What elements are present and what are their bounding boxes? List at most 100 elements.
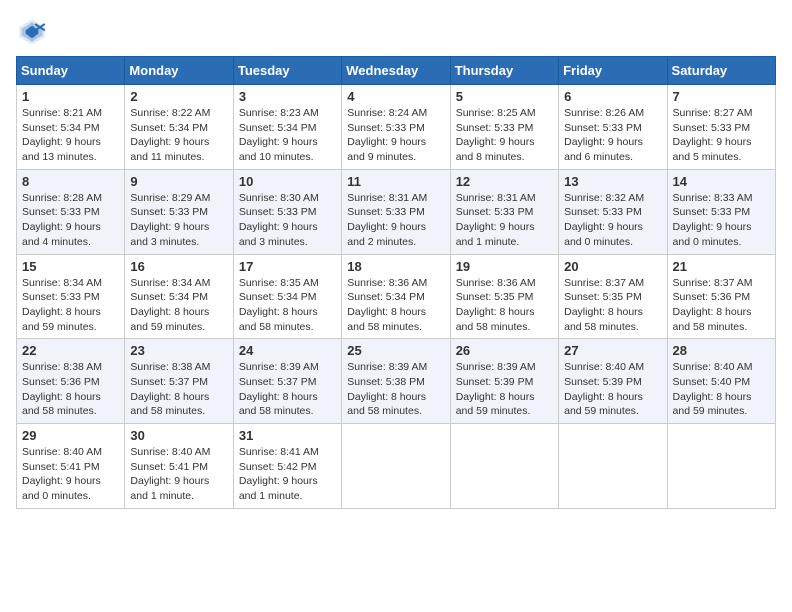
day-info: Sunrise: 8:29 AMSunset: 5:33 PMDaylight:… [130, 192, 210, 248]
day-number: 7 [673, 89, 770, 104]
calendar-cell: 10 Sunrise: 8:30 AMSunset: 5:33 PMDaylig… [233, 169, 341, 254]
calendar-week-3: 15 Sunrise: 8:34 AMSunset: 5:33 PMDaylig… [17, 254, 776, 339]
day-number: 27 [564, 343, 661, 358]
day-info: Sunrise: 8:40 AMSunset: 5:40 PMDaylight:… [673, 361, 753, 417]
day-info: Sunrise: 8:37 AMSunset: 5:36 PMDaylight:… [673, 277, 753, 333]
day-info: Sunrise: 8:36 AMSunset: 5:35 PMDaylight:… [456, 277, 536, 333]
day-info: Sunrise: 8:40 AMSunset: 5:41 PMDaylight:… [130, 446, 210, 502]
day-header-friday: Friday [559, 57, 667, 85]
day-number: 19 [456, 259, 553, 274]
day-info: Sunrise: 8:35 AMSunset: 5:34 PMDaylight:… [239, 277, 319, 333]
calendar-cell: 18 Sunrise: 8:36 AMSunset: 5:34 PMDaylig… [342, 254, 450, 339]
calendar-cell: 19 Sunrise: 8:36 AMSunset: 5:35 PMDaylig… [450, 254, 558, 339]
calendar-cell: 24 Sunrise: 8:39 AMSunset: 5:37 PMDaylig… [233, 339, 341, 424]
day-info: Sunrise: 8:21 AMSunset: 5:34 PMDaylight:… [22, 107, 102, 163]
day-number: 1 [22, 89, 119, 104]
day-info: Sunrise: 8:40 AMSunset: 5:39 PMDaylight:… [564, 361, 644, 417]
day-info: Sunrise: 8:39 AMSunset: 5:39 PMDaylight:… [456, 361, 536, 417]
day-number: 20 [564, 259, 661, 274]
day-info: Sunrise: 8:39 AMSunset: 5:38 PMDaylight:… [347, 361, 427, 417]
day-info: Sunrise: 8:41 AMSunset: 5:42 PMDaylight:… [239, 446, 319, 502]
day-number: 9 [130, 174, 227, 189]
calendar-cell: 21 Sunrise: 8:37 AMSunset: 5:36 PMDaylig… [667, 254, 775, 339]
day-number: 11 [347, 174, 444, 189]
day-number: 10 [239, 174, 336, 189]
day-number: 28 [673, 343, 770, 358]
calendar-cell: 3 Sunrise: 8:23 AMSunset: 5:34 PMDayligh… [233, 85, 341, 170]
calendar-cell: 28 Sunrise: 8:40 AMSunset: 5:40 PMDaylig… [667, 339, 775, 424]
day-info: Sunrise: 8:39 AMSunset: 5:37 PMDaylight:… [239, 361, 319, 417]
day-info: Sunrise: 8:30 AMSunset: 5:33 PMDaylight:… [239, 192, 319, 248]
calendar-week-1: 1 Sunrise: 8:21 AMSunset: 5:34 PMDayligh… [17, 85, 776, 170]
day-info: Sunrise: 8:25 AMSunset: 5:33 PMDaylight:… [456, 107, 536, 163]
calendar-cell [559, 424, 667, 509]
day-number: 3 [239, 89, 336, 104]
calendar-cell: 1 Sunrise: 8:21 AMSunset: 5:34 PMDayligh… [17, 85, 125, 170]
day-header-thursday: Thursday [450, 57, 558, 85]
day-info: Sunrise: 8:31 AMSunset: 5:33 PMDaylight:… [456, 192, 536, 248]
calendar-cell [450, 424, 558, 509]
day-header-monday: Monday [125, 57, 233, 85]
calendar-cell: 9 Sunrise: 8:29 AMSunset: 5:33 PMDayligh… [125, 169, 233, 254]
day-number: 25 [347, 343, 444, 358]
day-info: Sunrise: 8:27 AMSunset: 5:33 PMDaylight:… [673, 107, 753, 163]
day-number: 4 [347, 89, 444, 104]
calendar-cell: 5 Sunrise: 8:25 AMSunset: 5:33 PMDayligh… [450, 85, 558, 170]
day-info: Sunrise: 8:26 AMSunset: 5:33 PMDaylight:… [564, 107, 644, 163]
calendar-week-2: 8 Sunrise: 8:28 AMSunset: 5:33 PMDayligh… [17, 169, 776, 254]
day-info: Sunrise: 8:36 AMSunset: 5:34 PMDaylight:… [347, 277, 427, 333]
day-info: Sunrise: 8:23 AMSunset: 5:34 PMDaylight:… [239, 107, 319, 163]
day-info: Sunrise: 8:38 AMSunset: 5:36 PMDaylight:… [22, 361, 102, 417]
day-info: Sunrise: 8:34 AMSunset: 5:33 PMDaylight:… [22, 277, 102, 333]
day-info: Sunrise: 8:33 AMSunset: 5:33 PMDaylight:… [673, 192, 753, 248]
day-number: 2 [130, 89, 227, 104]
calendar-cell: 25 Sunrise: 8:39 AMSunset: 5:38 PMDaylig… [342, 339, 450, 424]
day-info: Sunrise: 8:28 AMSunset: 5:33 PMDaylight:… [22, 192, 102, 248]
day-header-wednesday: Wednesday [342, 57, 450, 85]
day-number: 18 [347, 259, 444, 274]
day-number: 16 [130, 259, 227, 274]
day-info: Sunrise: 8:37 AMSunset: 5:35 PMDaylight:… [564, 277, 644, 333]
calendar-cell: 22 Sunrise: 8:38 AMSunset: 5:36 PMDaylig… [17, 339, 125, 424]
day-number: 29 [22, 428, 119, 443]
day-number: 14 [673, 174, 770, 189]
calendar-cell: 14 Sunrise: 8:33 AMSunset: 5:33 PMDaylig… [667, 169, 775, 254]
day-number: 13 [564, 174, 661, 189]
calendar-cell [667, 424, 775, 509]
day-number: 24 [239, 343, 336, 358]
calendar-cell: 20 Sunrise: 8:37 AMSunset: 5:35 PMDaylig… [559, 254, 667, 339]
day-number: 5 [456, 89, 553, 104]
day-header-saturday: Saturday [667, 57, 775, 85]
page-header [16, 16, 776, 48]
day-info: Sunrise: 8:31 AMSunset: 5:33 PMDaylight:… [347, 192, 427, 248]
day-number: 23 [130, 343, 227, 358]
calendar-cell: 23 Sunrise: 8:38 AMSunset: 5:37 PMDaylig… [125, 339, 233, 424]
calendar-cell: 11 Sunrise: 8:31 AMSunset: 5:33 PMDaylig… [342, 169, 450, 254]
day-header-sunday: Sunday [17, 57, 125, 85]
day-number: 30 [130, 428, 227, 443]
calendar-cell: 27 Sunrise: 8:40 AMSunset: 5:39 PMDaylig… [559, 339, 667, 424]
day-info: Sunrise: 8:40 AMSunset: 5:41 PMDaylight:… [22, 446, 102, 502]
calendar-cell: 8 Sunrise: 8:28 AMSunset: 5:33 PMDayligh… [17, 169, 125, 254]
logo [16, 16, 52, 48]
calendar-week-5: 29 Sunrise: 8:40 AMSunset: 5:41 PMDaylig… [17, 424, 776, 509]
calendar-cell: 6 Sunrise: 8:26 AMSunset: 5:33 PMDayligh… [559, 85, 667, 170]
calendar-cell: 29 Sunrise: 8:40 AMSunset: 5:41 PMDaylig… [17, 424, 125, 509]
day-info: Sunrise: 8:32 AMSunset: 5:33 PMDaylight:… [564, 192, 644, 248]
calendar-table: SundayMondayTuesdayWednesdayThursdayFrid… [16, 56, 776, 509]
day-number: 8 [22, 174, 119, 189]
calendar-cell: 15 Sunrise: 8:34 AMSunset: 5:33 PMDaylig… [17, 254, 125, 339]
calendar-cell: 31 Sunrise: 8:41 AMSunset: 5:42 PMDaylig… [233, 424, 341, 509]
day-number: 26 [456, 343, 553, 358]
logo-icon [16, 16, 48, 48]
calendar-cell: 4 Sunrise: 8:24 AMSunset: 5:33 PMDayligh… [342, 85, 450, 170]
calendar-cell: 13 Sunrise: 8:32 AMSunset: 5:33 PMDaylig… [559, 169, 667, 254]
day-info: Sunrise: 8:22 AMSunset: 5:34 PMDaylight:… [130, 107, 210, 163]
day-number: 15 [22, 259, 119, 274]
day-number: 12 [456, 174, 553, 189]
day-info: Sunrise: 8:24 AMSunset: 5:33 PMDaylight:… [347, 107, 427, 163]
calendar-cell: 7 Sunrise: 8:27 AMSunset: 5:33 PMDayligh… [667, 85, 775, 170]
calendar-cell: 16 Sunrise: 8:34 AMSunset: 5:34 PMDaylig… [125, 254, 233, 339]
day-number: 22 [22, 343, 119, 358]
calendar-cell: 26 Sunrise: 8:39 AMSunset: 5:39 PMDaylig… [450, 339, 558, 424]
